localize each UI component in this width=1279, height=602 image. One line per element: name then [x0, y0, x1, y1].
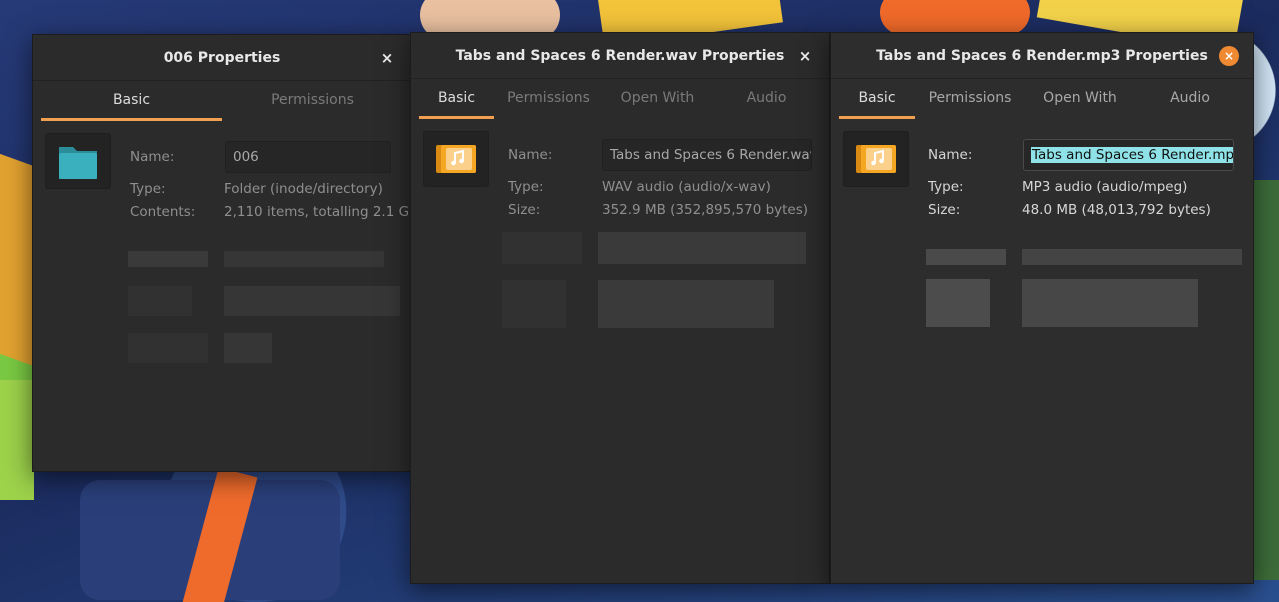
- redacted-text: [598, 280, 774, 328]
- redacted-text: [502, 280, 566, 328]
- type-label: Type:: [508, 179, 544, 195]
- tab-permissions[interactable]: Permissions: [915, 79, 1025, 119]
- name-field[interactable]: Tabs and Spaces 6 Render.wav: [602, 139, 812, 171]
- audio-file-icon: [856, 145, 896, 173]
- file-icon-preview: [45, 133, 111, 189]
- wallpaper-art: [0, 153, 34, 367]
- size-value: 48.0 MB (48,013,792 bytes): [1022, 202, 1211, 218]
- tab-basic[interactable]: Basic: [839, 79, 915, 119]
- window-header[interactable]: Tabs and Spaces 6 Render.mp3 Properties …: [831, 33, 1253, 79]
- window-title: Tabs and Spaces 6 Render.mp3 Properties: [876, 47, 1208, 64]
- redacted-text: [224, 286, 400, 316]
- name-label: Name:: [130, 149, 175, 165]
- tab-audio[interactable]: Audio: [1135, 79, 1245, 119]
- window-header[interactable]: 006 Properties ×: [33, 35, 411, 81]
- wav-properties-window: Tabs and Spaces 6 Render.wav Properties …: [410, 32, 830, 584]
- folder-icon: [59, 147, 97, 179]
- redacted-text: [926, 249, 1006, 265]
- close-button[interactable]: ×: [377, 48, 397, 68]
- tab-audio[interactable]: Audio: [712, 79, 821, 119]
- type-label: Type:: [130, 181, 166, 197]
- close-button[interactable]: ×: [795, 46, 815, 66]
- name-field[interactable]: 006: [225, 141, 391, 173]
- tab-permissions[interactable]: Permissions: [222, 81, 403, 121]
- selected-name-text: Tabs and Spaces 6 Render.mp3: [1031, 147, 1233, 163]
- size-label: Size:: [508, 202, 541, 218]
- redacted-text: [1022, 249, 1242, 265]
- name-label: Name:: [508, 147, 553, 163]
- redacted-text: [598, 232, 806, 264]
- window-header[interactable]: Tabs and Spaces 6 Render.wav Properties …: [411, 33, 829, 79]
- redacted-text: [502, 232, 582, 264]
- mp3-properties-window: Tabs and Spaces 6 Render.mp3 Properties …: [830, 32, 1254, 584]
- tab-open-with[interactable]: Open With: [1025, 79, 1135, 119]
- wallpaper-art: [880, 0, 1030, 35]
- redacted-text: [224, 251, 384, 267]
- tab-bar: Basic Permissions Open With Audio: [419, 79, 821, 119]
- type-value: Folder (inode/directory): [224, 181, 383, 197]
- redacted-text: [128, 286, 192, 316]
- tab-bar: Basic Permissions Open With Audio: [839, 79, 1245, 119]
- redacted-text: [1022, 279, 1198, 327]
- file-icon-preview: [843, 131, 909, 187]
- type-value: MP3 audio (audio/mpeg): [1022, 179, 1188, 195]
- wallpaper-art: [0, 380, 34, 500]
- window-title: 006 Properties: [163, 49, 281, 66]
- folder-properties-window: 006 Properties × Basic Permissions Name:…: [32, 34, 418, 472]
- redacted-text: [128, 251, 208, 267]
- size-label: Size:: [928, 202, 961, 218]
- size-value: 352.9 MB (352,895,570 bytes): [602, 202, 809, 218]
- contents-label: Contents:: [130, 204, 196, 220]
- redacted-text: [128, 333, 208, 363]
- tab-basic[interactable]: Basic: [41, 81, 222, 121]
- tab-bar: Basic Permissions: [41, 81, 403, 121]
- window-title: Tabs and Spaces 6 Render.wav Properties: [455, 47, 785, 64]
- tab-basic[interactable]: Basic: [419, 79, 494, 119]
- name-field[interactable]: Tabs and Spaces 6 Render.mp3: [1023, 139, 1234, 171]
- close-button[interactable]: ×: [1219, 45, 1239, 66]
- redacted-text: [926, 279, 990, 327]
- file-icon-preview: [423, 131, 489, 187]
- wallpaper-art: [1254, 180, 1279, 580]
- contents-value: 2,110 items, totalling 2.1 GB: [224, 204, 419, 220]
- name-label: Name:: [928, 147, 973, 163]
- tab-open-with[interactable]: Open With: [603, 79, 712, 119]
- type-value: WAV audio (audio/x-wav): [602, 179, 771, 195]
- audio-file-icon: [436, 145, 476, 173]
- type-label: Type:: [928, 179, 964, 195]
- redacted-text: [224, 333, 272, 363]
- tab-permissions[interactable]: Permissions: [494, 79, 603, 119]
